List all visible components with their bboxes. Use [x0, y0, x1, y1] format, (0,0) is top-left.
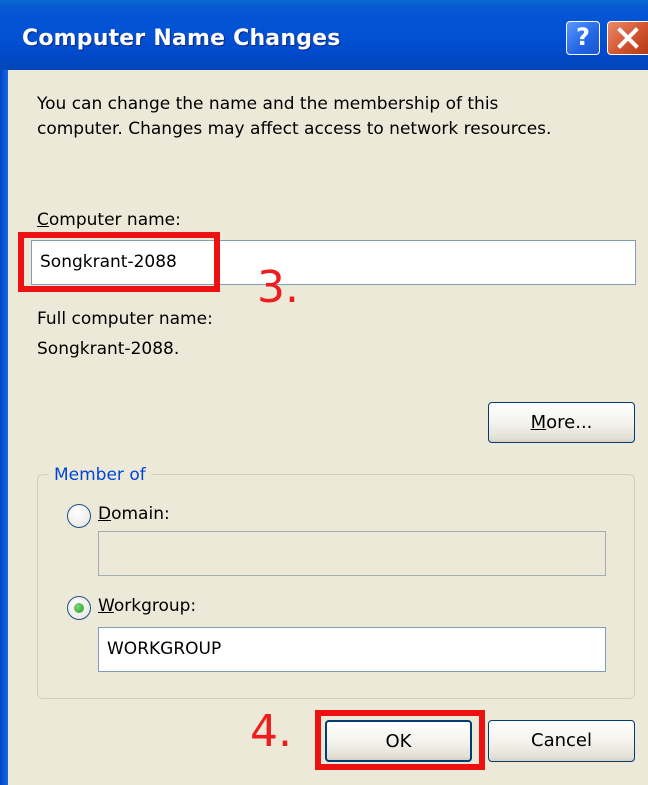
more-button[interactable]: More...	[488, 402, 635, 443]
close-icon	[617, 27, 639, 49]
domain-label: Domain:	[98, 504, 170, 524]
computer-name-label: Computer name:	[37, 210, 181, 230]
intro-text-line2: computer. Changes may affect access to n…	[37, 119, 552, 139]
window-border	[0, 70, 8, 785]
workgroup-radio[interactable]	[67, 596, 91, 620]
member-of-legend: Member of	[49, 465, 151, 485]
window-title: Computer Name Changes	[22, 26, 341, 51]
full-computer-name-value: Songkrant-2088.	[37, 339, 180, 359]
intro-text-line1: You can change the name and the membersh…	[37, 94, 499, 114]
help-button[interactable]: ?	[566, 21, 600, 55]
domain-radio[interactable]	[67, 504, 91, 528]
annotation-step-4: 4.	[250, 706, 292, 757]
annotation-highlight-ok	[315, 710, 485, 770]
annotation-step-3: 3.	[257, 262, 299, 313]
full-computer-name-label: Full computer name:	[37, 309, 213, 329]
close-button[interactable]	[607, 21, 648, 55]
annotation-highlight-computer-name	[18, 232, 220, 292]
workgroup-input[interactable]: WORKGROUP	[98, 627, 606, 672]
dialog-window: Computer Name Changes ? You can change t…	[0, 0, 648, 785]
workgroup-label: Workgroup:	[98, 596, 197, 616]
computer-name-label-rest: omputer name:	[48, 210, 181, 230]
domain-input[interactable]	[98, 531, 606, 576]
radio-selected-dot	[74, 603, 84, 613]
cancel-button[interactable]: Cancel	[488, 720, 635, 762]
help-icon: ?	[576, 23, 590, 51]
